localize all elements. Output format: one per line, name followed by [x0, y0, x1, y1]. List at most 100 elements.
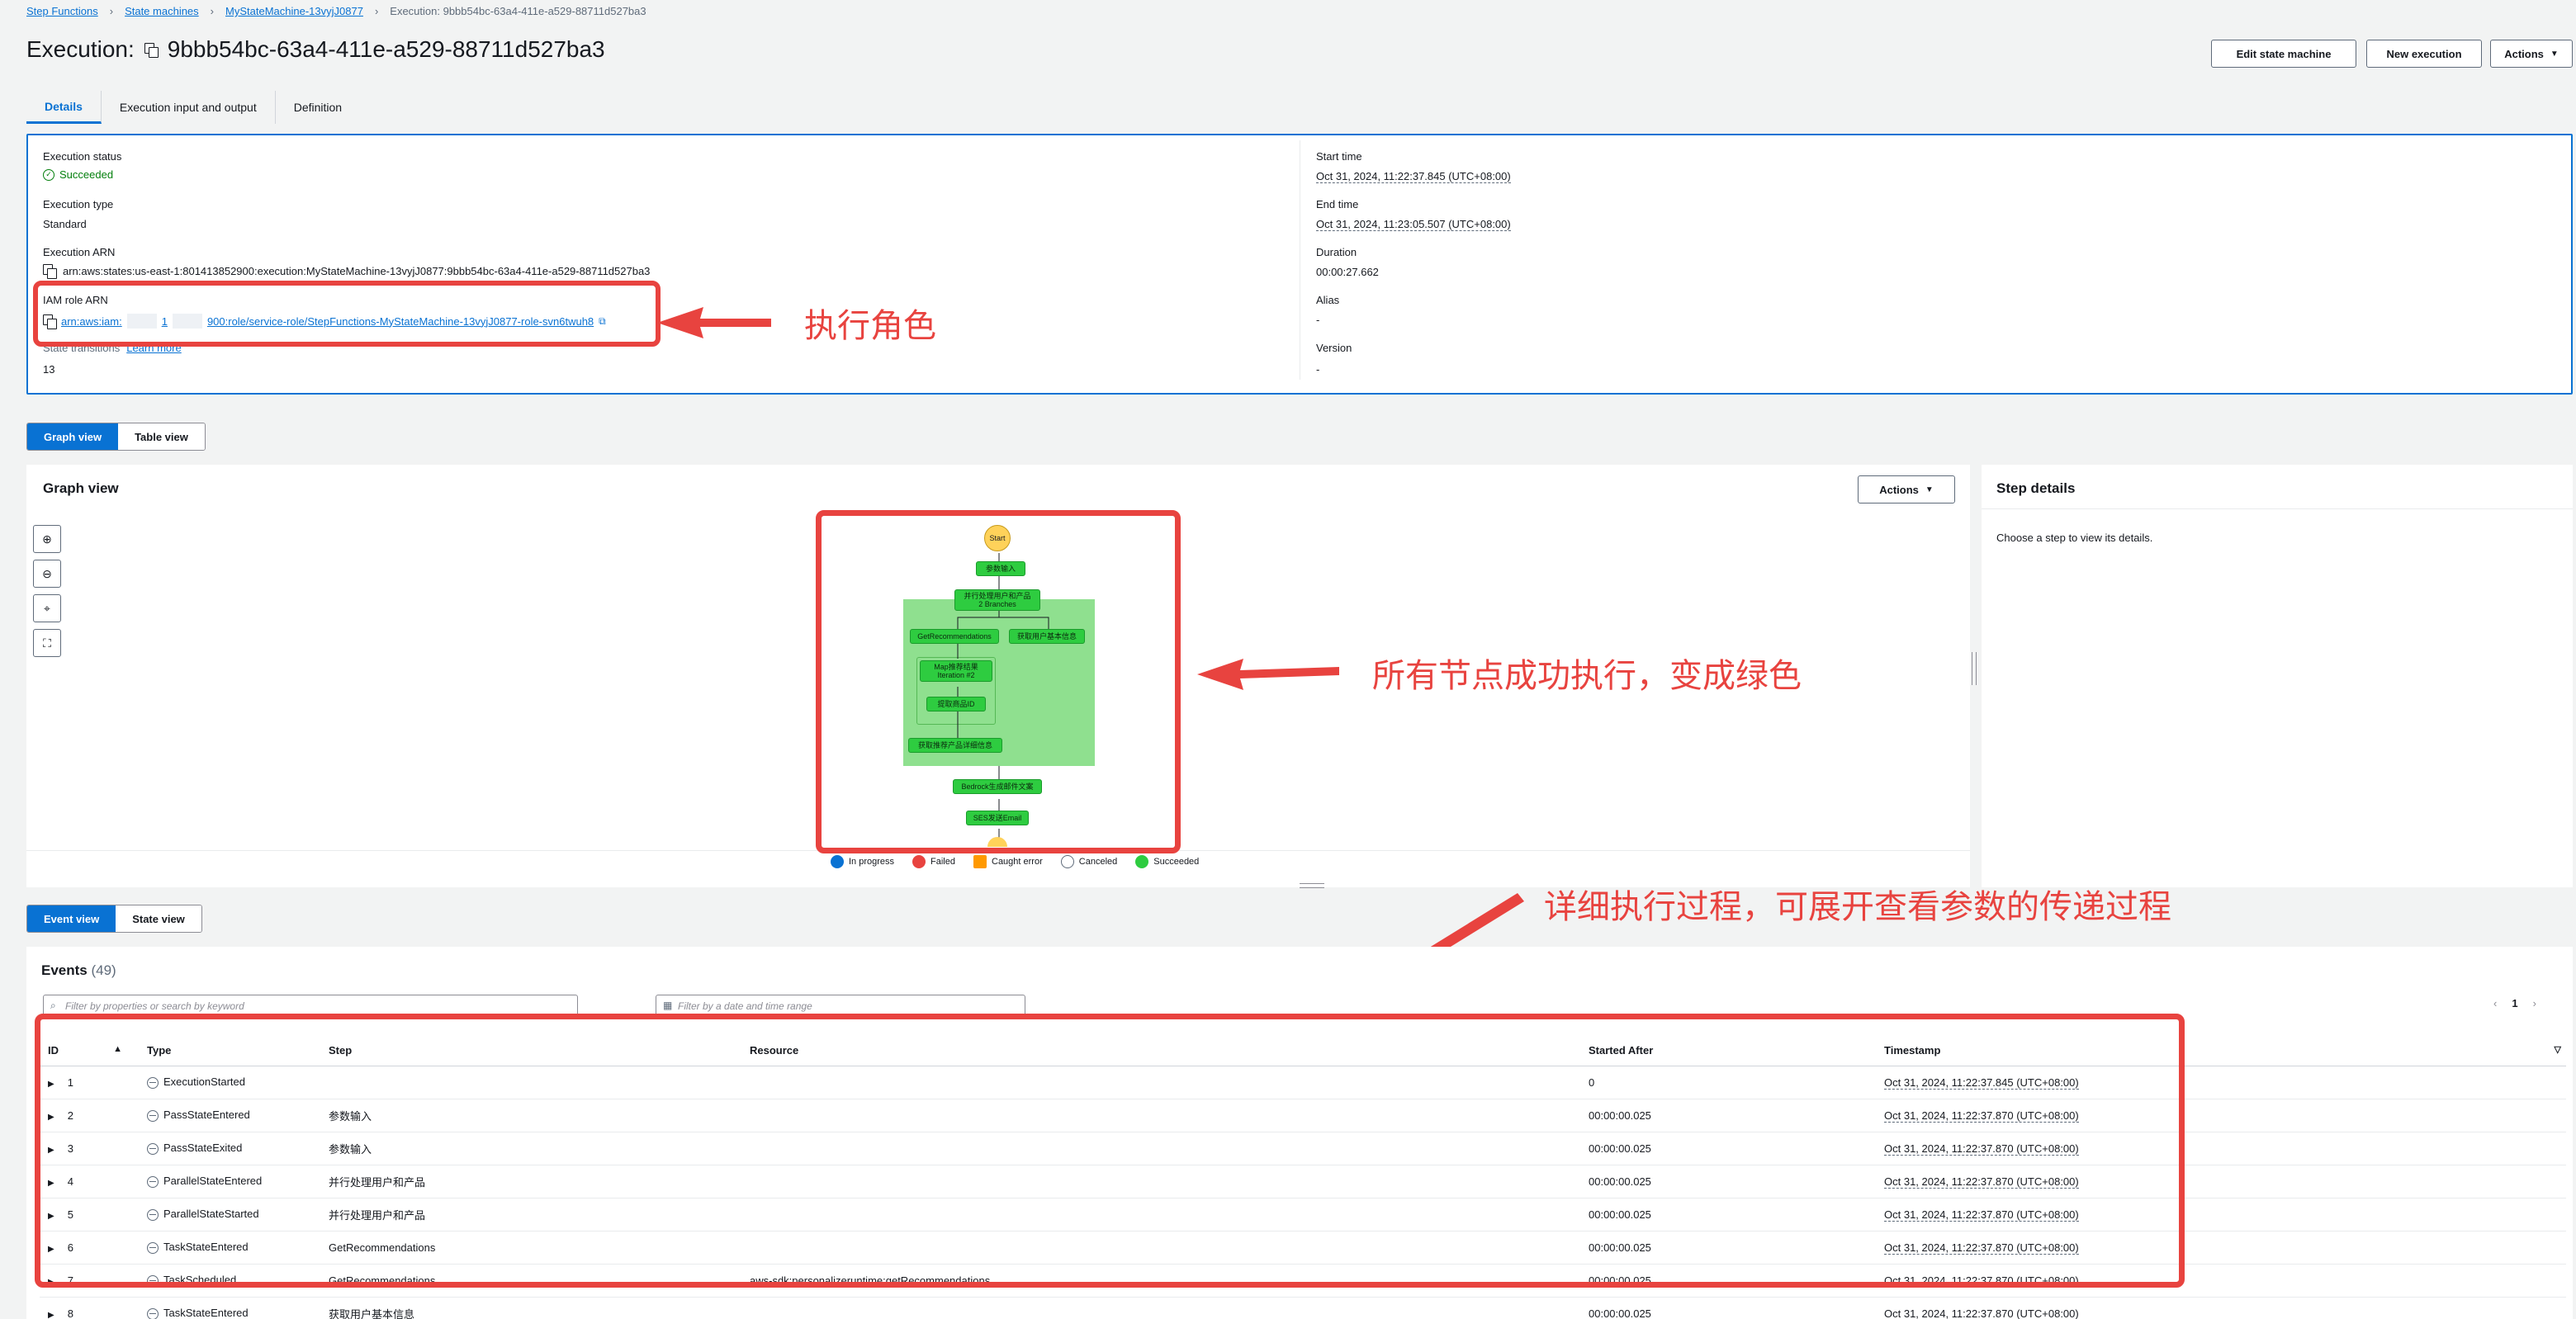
events-count: (49) — [91, 962, 116, 978]
status-label: Execution status — [43, 150, 122, 163]
row-timestamp: Oct 31, 2024, 11:22:37.870 (UTC+08:00) — [1876, 1297, 2566, 1319]
start-time-label: Start time — [1316, 150, 1362, 163]
page-title-id: 9bbb54bc-63a4-411e-a529-88711d527ba3 — [167, 36, 605, 62]
copy-icon[interactable] — [43, 264, 57, 279]
actions-button-label: Actions — [2504, 47, 2544, 60]
tab-bar: Details Execution input and output Defin… — [26, 91, 360, 124]
table-row[interactable]: ▶ 8 TaskStateEntered 获取用户基本信息 00:00:00.025 Oc… — [40, 1297, 2566, 1319]
calendar-icon: ▦ — [663, 1000, 673, 1011]
arn-value: arn:aws:states:us-east-1:801413852900:ex… — [43, 264, 651, 279]
annotation-box-events — [35, 1014, 2185, 1288]
annotation-box-graph — [816, 510, 1181, 853]
events-search-placeholder: Filter by properties or search by keywor… — [65, 1000, 244, 1012]
pagination: ‹ 1 › — [2493, 997, 2536, 1009]
events-date-placeholder: Filter by a date and time range — [678, 1000, 812, 1012]
row-resource — [741, 1297, 1580, 1319]
succeeded-icon — [1135, 855, 1149, 868]
in-progress-icon — [831, 855, 844, 868]
alias-value: - — [1316, 314, 1320, 326]
step-details-title: Step details — [1996, 480, 2076, 496]
graph-title: Graph view — [43, 480, 119, 496]
chevron-right-icon: › — [210, 5, 215, 17]
copy-icon[interactable] — [144, 43, 159, 58]
type-label: Execution type — [43, 198, 114, 210]
vertical-resize-handle[interactable] — [1972, 652, 1977, 685]
edit-state-machine-button[interactable]: Edit state machine — [2211, 40, 2356, 68]
step-details-pane — [1982, 465, 2573, 887]
state-view-toggle[interactable]: State view — [116, 905, 201, 932]
start-time-value: Oct 31, 2024, 11:22:37.845 (UTC+08:00) — [1316, 170, 1511, 183]
legend-in-progress: In progress — [831, 855, 894, 868]
check-circle-icon: ✓ — [43, 168, 54, 181]
legend-succeeded: Succeeded — [1135, 855, 1199, 868]
annotation-events-text: 详细执行过程，可展开查看参数的传递过程 — [1544, 888, 2171, 926]
caret-down-icon: ▼ — [1925, 485, 1934, 494]
annotation-arrow-role — [657, 307, 771, 338]
resize-handle[interactable] — [1300, 883, 1324, 888]
status-text: Succeeded — [59, 168, 114, 181]
breadcrumb-step-functions[interactable]: Step Functions — [26, 5, 98, 17]
chevron-right-icon: › — [374, 5, 379, 17]
arn-label: Execution ARN — [43, 246, 116, 258]
breadcrumb-state-machines[interactable]: State machines — [125, 5, 199, 17]
prev-page-icon[interactable]: ‹ — [2493, 997, 2497, 1009]
duration-value: 00:00:27.662 — [1316, 266, 1379, 278]
annotation-graph-text: 所有节点成功执行，变成绿色 — [1372, 657, 1802, 695]
breadcrumb-current: Execution: 9bbb54bc-63a4-411e-a529-88711… — [390, 5, 646, 17]
graph-view-toggle[interactable]: Graph view — [27, 423, 119, 450]
legend-caught-error: Caught error — [973, 855, 1043, 868]
row-started-after: 00:00:00.025 — [1580, 1297, 1876, 1319]
duration-label: Duration — [1316, 246, 1357, 258]
arn-text: arn:aws:states:us-east-1:801413852900:ex… — [63, 264, 651, 277]
caret-down-icon: ▼ — [2550, 49, 2559, 59]
tab-details[interactable]: Details — [26, 91, 102, 124]
end-time-value: Oct 31, 2024, 11:23:05.507 (UTC+08:00) — [1316, 218, 1511, 231]
alias-label: Alias — [1316, 294, 1340, 306]
tab-definition[interactable]: Definition — [276, 91, 360, 124]
version-label: Version — [1316, 342, 1352, 354]
fit-screen-icon[interactable]: ⛶ — [33, 629, 61, 657]
status-value: ✓ Succeeded — [43, 168, 113, 181]
graph-actions-button[interactable]: Actions ▼ — [1858, 475, 1955, 503]
canceled-icon — [1060, 855, 1074, 868]
next-page-icon[interactable]: › — [2533, 997, 2536, 1009]
legend-failed: Failed — [912, 855, 955, 868]
graph-legend: In progress Failed Caught error Canceled… — [831, 855, 1199, 868]
search-icon: ⌕ — [50, 1000, 56, 1011]
zoom-out-icon[interactable]: ⊖ — [33, 560, 61, 588]
row-id: ▶ 8 — [40, 1297, 139, 1319]
step-details-hint: Choose a step to view its details. — [1996, 532, 2153, 544]
events-title: Events — [41, 962, 88, 978]
table-view-toggle[interactable]: Table view — [118, 423, 205, 450]
tab-execution-input-output[interactable]: Execution input and output — [102, 91, 276, 124]
annotation-box-role — [33, 281, 661, 347]
expand-icon[interactable]: ▶ — [48, 1311, 54, 1319]
row-type: TaskStateEntered — [139, 1297, 320, 1319]
row-step: 获取用户基本信息 — [320, 1297, 741, 1319]
new-execution-button[interactable]: New execution — [2366, 40, 2482, 68]
breadcrumb: Step Functions › State machines › MyStat… — [26, 5, 646, 17]
center-icon[interactable]: ⌖ — [33, 594, 61, 622]
version-value: - — [1316, 363, 1320, 376]
annotation-role-text: 执行角色 — [804, 307, 936, 345]
end-time-label: End time — [1316, 198, 1359, 210]
status-icon — [147, 1307, 159, 1319]
actions-button[interactable]: Actions ▼ — [2490, 40, 2573, 68]
transitions-value: 13 — [43, 363, 55, 376]
page-title-prefix: Execution: — [26, 36, 135, 62]
legend-canceled: Canceled — [1060, 855, 1117, 868]
step-details-divider — [1982, 508, 2573, 509]
graph-table-toggle: Graph view Table view — [26, 423, 206, 451]
warning-icon — [973, 855, 987, 868]
events-header: Events (49) — [41, 962, 116, 979]
graph-actions-label: Actions — [1879, 483, 1919, 496]
annotation-arrow-graph — [1197, 659, 1339, 690]
breadcrumb-state-machine[interactable]: MyStateMachine-13vyjJ0877 — [225, 5, 363, 17]
event-view-toggle[interactable]: Event view — [27, 905, 116, 932]
zoom-in-icon[interactable]: ⊕ — [33, 525, 61, 553]
page-title: Execution: 9bbb54bc-63a4-411e-a529-88711… — [26, 36, 605, 63]
chevron-right-icon: › — [109, 5, 114, 17]
caret-down-icon[interactable]: ▽ — [2555, 1044, 2561, 1055]
current-page[interactable]: 1 — [2512, 997, 2517, 1009]
event-state-toggle: Event view State view — [26, 905, 202, 933]
